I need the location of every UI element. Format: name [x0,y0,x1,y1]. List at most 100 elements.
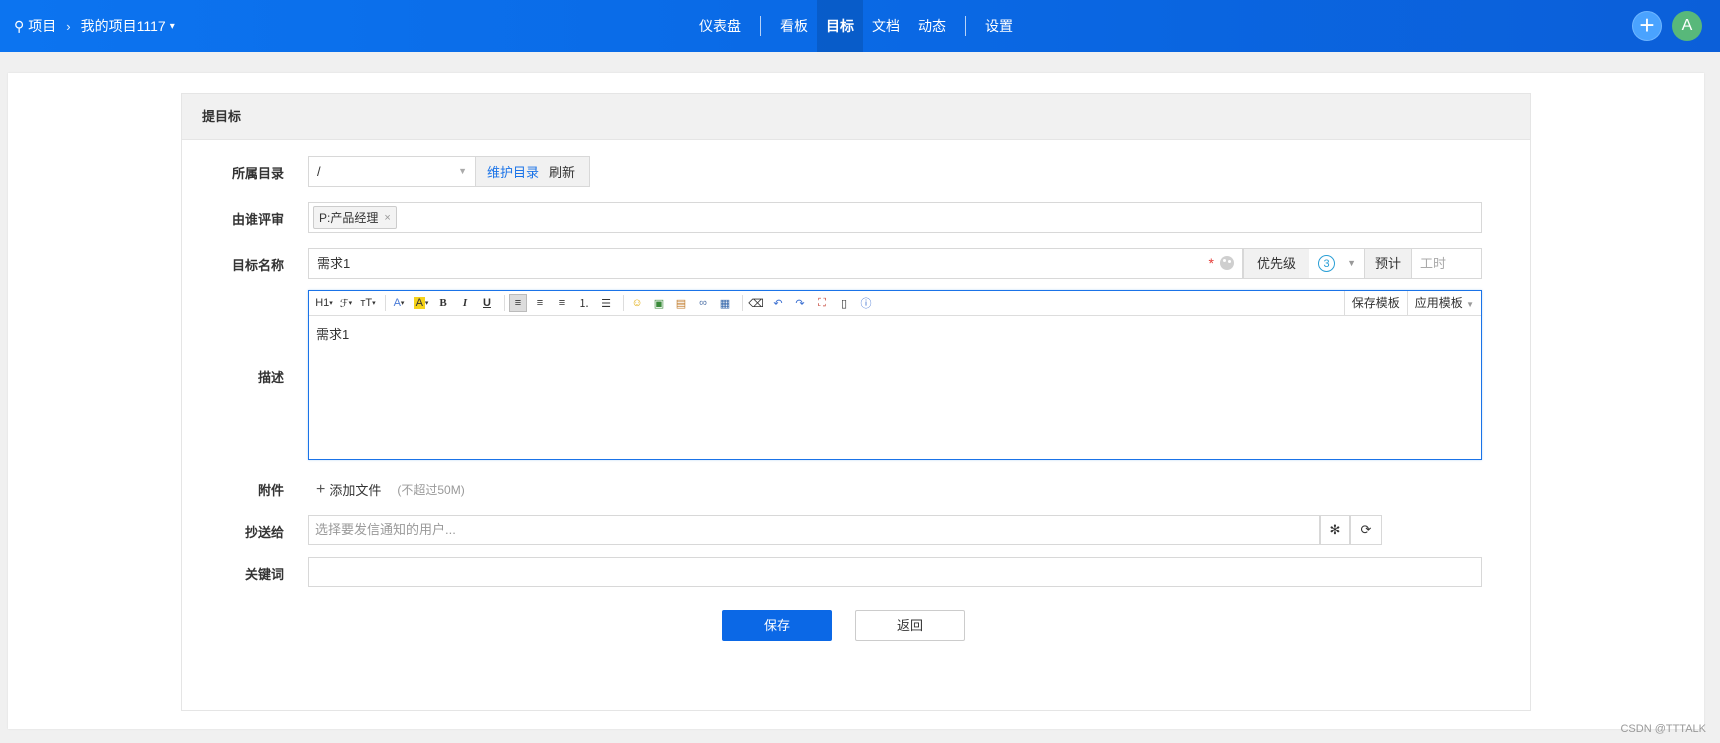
directory-select[interactable]: / ▼ [308,156,476,187]
estimate-label: 预计 [1365,248,1412,279]
keywords-label: 关键词 [244,567,284,582]
fullscreen-icon[interactable]: ⛶ [813,294,831,312]
reviewer-tag-label: P:产品经理 [319,211,379,225]
palette-icon[interactable] [1220,256,1234,270]
editor-content[interactable]: 需求1 [309,316,1481,351]
table-icon[interactable]: ▦ [716,294,734,312]
back-button[interactable]: 返回 [855,610,965,641]
emoji-icon[interactable]: ☺ [628,294,646,312]
reviewer-tag[interactable]: P:产品经理 × [313,206,397,229]
goal-name-input[interactable]: 需求1 * [308,248,1243,279]
image-icon[interactable]: ▣ [650,294,668,312]
required-mark: * [1208,255,1214,271]
nav-activity[interactable]: 动态 [909,0,955,52]
directory-value: / [317,164,321,179]
font-size-button[interactable]: ᴛT ▾ [359,294,377,312]
chevron-down-icon: ▼ [1347,258,1356,268]
priority-label: 优先级 [1243,248,1310,279]
toolbar-divider [504,295,505,311]
save-template-button[interactable]: 保存模板 [1343,291,1407,315]
main-nav: 仪表盘 看板 目标 文档 动态 设置 [690,0,1022,52]
bold-button[interactable]: B [434,294,452,312]
directory-label: 所属目录 [231,166,284,181]
breadcrumb-project[interactable]: 项目 [28,16,56,36]
link-icon[interactable]: ∞ [694,294,712,312]
keywords-input[interactable] [308,557,1482,587]
toolbar-divider [742,295,743,311]
top-navbar: ⚲ 项目 › 我的项目1117 ▾ 仪表盘 看板 目标 文档 动态 设置 + A [0,0,1720,52]
heading-button[interactable]: H1 ▾ [315,294,333,312]
chevron-right-icon: › [66,18,71,34]
help-icon[interactable]: ⓘ [857,294,875,312]
underline-button[interactable]: U [478,294,496,312]
nav-divider [965,16,966,36]
breadcrumb-project-name[interactable]: 我的项目1117 [81,16,166,36]
priority-value: 3 [1318,255,1335,272]
cc-input[interactable]: 选择要发信通知的用户... [308,515,1320,545]
reviewer-label: 由谁评审 [231,212,284,227]
refresh-link[interactable]: 刷新 [549,162,575,181]
description-editor[interactable]: H1 ▾ ℱ ▾ ᴛT ▾ A ▾ A ▾ B I U ≡ ≡ ≡ ⒈ ☰ ☺ ▣ ▤ ∞ [308,290,1482,460]
template-actions: 保存模板 应用模板 ▼ [1343,291,1481,315]
undo-icon[interactable]: ↶ [769,294,787,312]
eraser-icon[interactable]: ⌫ [747,294,765,312]
align-left-icon[interactable]: ≡ [509,294,527,312]
font-family-button[interactable]: ℱ ▾ [337,294,355,312]
panel-title: 提目标 [182,94,1530,140]
description-label: 描述 [257,370,284,385]
chevron-down-icon: ▼ [458,166,467,176]
add-file-button[interactable]: 添加文件 [329,480,381,499]
redo-icon[interactable]: ↷ [791,294,809,312]
plus-icon[interactable]: + [1632,11,1662,41]
cc-label: 抄送给 [244,525,284,540]
font-color-button[interactable]: A ▾ [390,294,408,312]
content-card: 提目标 所属目录 / ▼ 维护目录 刷新 由谁评审 P:产品经理 × 目标名称 … [8,73,1704,729]
editor-toolbar: H1 ▾ ℱ ▾ ᴛT ▾ A ▾ A ▾ B I U ≡ ≡ ≡ ⒈ ☰ ☺ ▣ ▤ ∞ [309,291,1481,316]
goal-form-panel: 提目标 所属目录 / ▼ 维护目录 刷新 由谁评审 P:产品经理 × 目标名称 … [181,93,1531,711]
apply-template-button[interactable]: 应用模板 ▼ [1406,291,1481,315]
attachment-row: + 添加文件 (不超过50M) [316,480,465,499]
code-icon[interactable]: ▤ [672,294,690,312]
estimate-input[interactable]: 工时 [1412,248,1482,279]
chevron-down-icon[interactable]: ▾ [170,21,175,32]
nav-settings[interactable]: 设置 [976,0,1022,52]
plus-icon[interactable]: + [316,481,325,499]
nav-docs[interactable]: 文档 [863,0,909,52]
font-size-icon: ᴛT [360,297,373,309]
nav-goals[interactable]: 目标 [817,0,863,52]
apply-template-label: 应用模板 [1414,296,1463,310]
background-color-button[interactable]: A ▾ [412,294,430,312]
align-center-icon[interactable]: ≡ [531,294,549,312]
goal-name-value: 需求1 [317,256,351,271]
save-button[interactable]: 保存 [722,610,832,641]
gear-icon[interactable]: ✻ [1320,515,1350,545]
priority-select[interactable]: 3 ▼ [1309,248,1365,279]
breadcrumb: ⚲ 项目 › 我的项目1117 ▾ [14,0,175,52]
font-family-icon: ℱ [339,297,349,310]
toolbar-divider [385,295,386,311]
nav-divider [760,16,761,36]
avatar[interactable]: A [1672,11,1702,41]
toolbar-divider [623,295,624,311]
source-icon[interactable]: ▯ [835,294,853,312]
attachment-label: 附件 [257,483,284,498]
highlight-icon: A [413,297,425,309]
attachment-hint: (不超过50M) [397,483,465,497]
ordered-list-icon[interactable]: ⒈ [575,294,593,312]
nav-dashboard[interactable]: 仪表盘 [690,0,750,52]
close-icon[interactable]: × [384,212,390,224]
italic-button[interactable]: I [456,294,474,312]
refresh-icon[interactable]: ⟳ [1350,515,1382,545]
font-color-icon: A [393,297,401,309]
project-icon: ⚲ [14,17,25,34]
goal-name-label: 目标名称 [231,258,284,273]
align-right-icon[interactable]: ≡ [553,294,571,312]
nav-kanban[interactable]: 看板 [771,0,817,52]
heading-label: H1 [315,297,330,309]
maintain-directory-link[interactable]: 维护目录 [487,162,539,181]
unordered-list-icon[interactable]: ☰ [597,294,615,312]
watermark: CSDN @TTTALK [1620,723,1706,735]
reviewer-select[interactable]: P:产品经理 × [308,202,1482,233]
directory-addon: 维护目录 刷新 [476,156,590,187]
top-actions: + A [1632,11,1702,41]
